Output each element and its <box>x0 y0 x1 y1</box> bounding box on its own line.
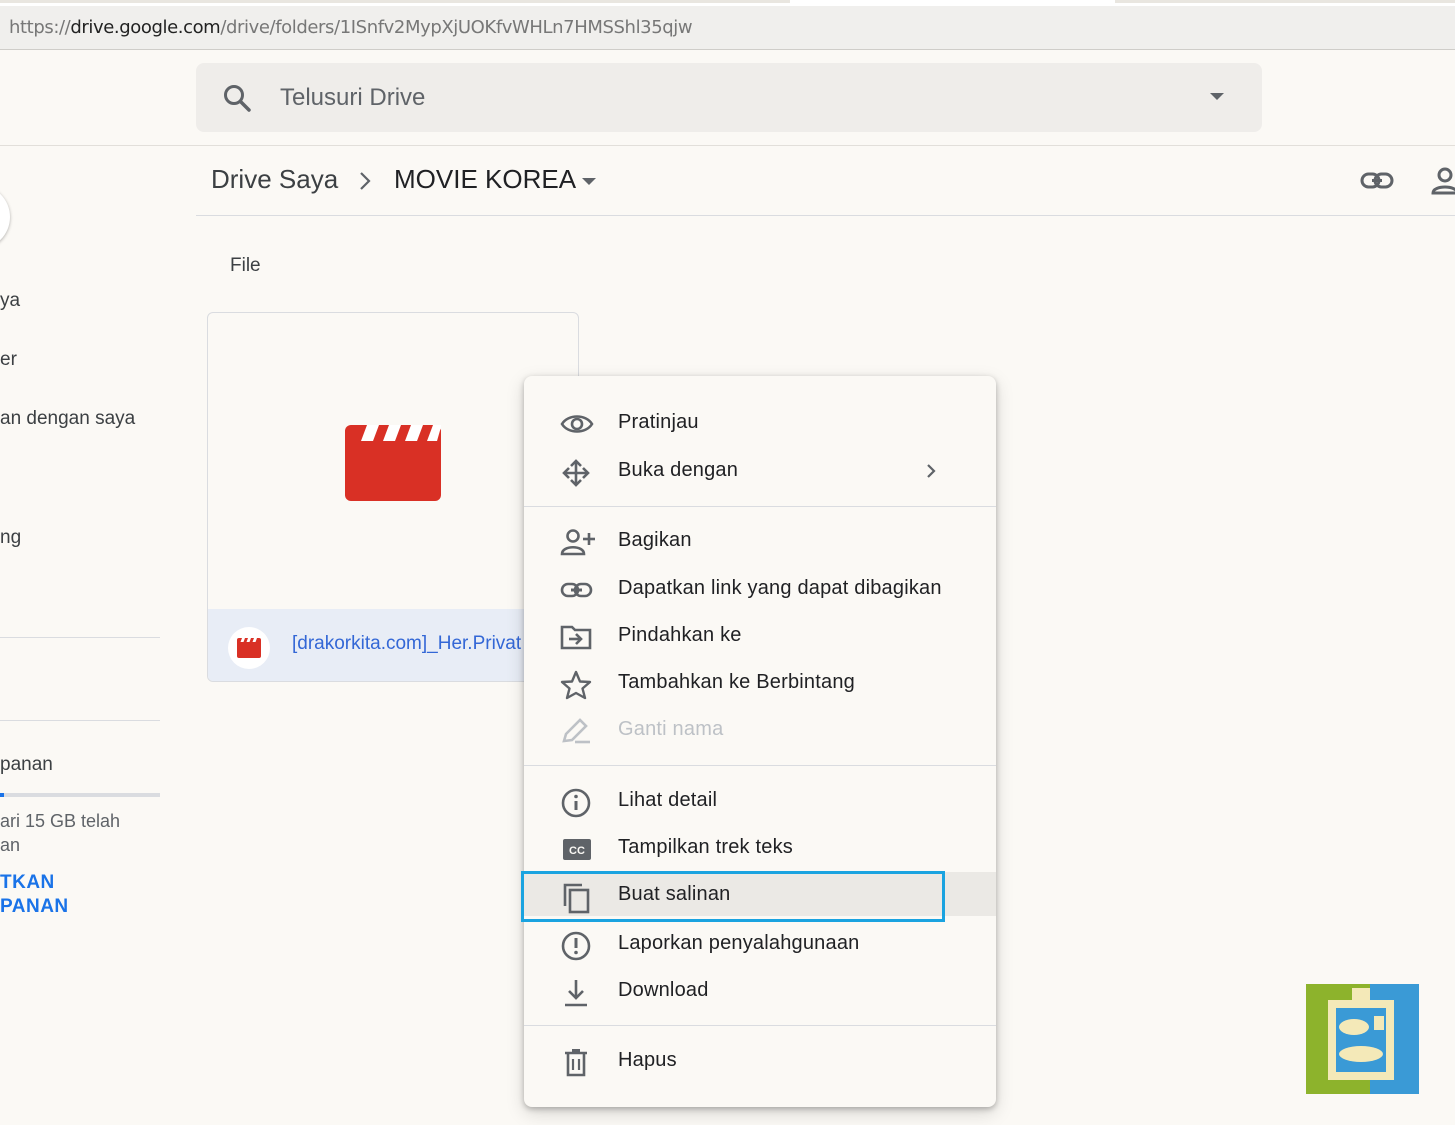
folder-move-icon <box>560 623 592 651</box>
storage-usage-text: ari 15 GB telah <box>0 811 121 831</box>
chevron-right-icon <box>357 170 373 197</box>
link-icon <box>560 576 593 604</box>
breadcrumb-root[interactable]: Drive Saya <box>211 164 338 195</box>
upgrade-storage-link-2[interactable]: PANAN <box>0 896 69 918</box>
sidebar-item-computers[interactable]: er <box>0 349 17 371</box>
menu-item-report-abuse[interactable]: Laporkan penyalahgunaan <box>524 921 996 965</box>
storage-usage-bar <box>0 793 160 797</box>
highlight-annotation-box <box>521 871 945 922</box>
trash-icon <box>560 1048 592 1077</box>
menu-item-share[interactable]: Bagikan <box>524 518 996 562</box>
header-divider <box>0 145 1455 146</box>
new-button[interactable] <box>0 185 10 249</box>
folder-dropdown-icon[interactable] <box>582 178 596 185</box>
menu-item-view-details[interactable]: Lihat detail <box>524 778 996 822</box>
sidebar-item-my-drive[interactable]: ya <box>0 290 20 312</box>
menu-item-get-link[interactable]: Dapatkan link yang dapat dibagikan <box>524 566 996 610</box>
menu-item-add-starred[interactable]: Tambahkan ke Berbintang <box>524 660 996 704</box>
sidebar-divider <box>0 720 160 721</box>
breadcrumb-current-folder[interactable]: MOVIE KOREA <box>394 164 576 195</box>
svg-text:CC: CC <box>569 845 585 857</box>
sidebar-item-shared-with-me[interactable]: an dengan saya <box>0 408 135 430</box>
closed-caption-icon: CC <box>560 835 592 863</box>
url-text[interactable]: https://drive.google.com/drive/folders/1… <box>9 17 693 38</box>
menu-item-captions[interactable]: CC Tampilkan trek teks <box>524 825 996 869</box>
menu-item-open-with[interactable]: Buka dengan <box>524 448 996 492</box>
video-clapper-icon <box>345 425 441 506</box>
sidebar-item-storage[interactable]: panan <box>0 754 53 776</box>
sidebar-divider <box>0 637 160 638</box>
menu-divider <box>524 506 996 507</box>
watermark-logo <box>1306 984 1419 1094</box>
menu-item-download[interactable]: Download <box>524 968 996 1012</box>
menu-divider <box>524 765 996 766</box>
address-bar[interactable]: https://drive.google.com/drive/folders/1… <box>0 6 1455 50</box>
context-menu: Pratinjau Buka dengan Bagikan Dapatkan l… <box>524 376 996 1107</box>
storage-usage-text-2: an <box>0 835 21 855</box>
file-name[interactable]: [drakorkita.com]_Her.Privat <box>292 633 521 655</box>
search-icon[interactable] <box>222 83 252 118</box>
move-arrows-icon <box>560 458 592 487</box>
menu-item-move-to[interactable]: Pindahkan ke <box>524 613 996 657</box>
person-add-icon <box>560 528 595 556</box>
breadcrumb-divider <box>196 215 1455 216</box>
menu-divider <box>524 1025 996 1026</box>
star-icon <box>560 670 592 700</box>
search-options-dropdown-icon[interactable] <box>1210 93 1224 100</box>
pencil-icon <box>560 717 592 745</box>
search-bar[interactable]: Telusuri Drive <box>196 63 1262 132</box>
menu-item-preview[interactable]: Pratinjau <box>524 400 996 444</box>
file-type-icon <box>228 627 270 669</box>
section-label-files: File <box>230 255 261 276</box>
search-input[interactable]: Telusuri Drive <box>280 84 425 112</box>
info-icon <box>560 788 592 818</box>
upgrade-storage-link[interactable]: TKAN <box>0 872 55 894</box>
report-icon <box>560 931 592 961</box>
menu-item-delete[interactable]: Hapus <box>524 1038 996 1082</box>
eye-icon <box>560 410 594 438</box>
link-icon[interactable] <box>1360 168 1394 199</box>
download-icon <box>560 978 592 1007</box>
menu-item-rename[interactable]: Ganti nama <box>524 707 996 751</box>
sidebar-item-trash[interactable]: ng <box>0 527 21 549</box>
share-person-icon[interactable] <box>1431 166 1455 201</box>
chevron-right-icon <box>924 462 938 485</box>
